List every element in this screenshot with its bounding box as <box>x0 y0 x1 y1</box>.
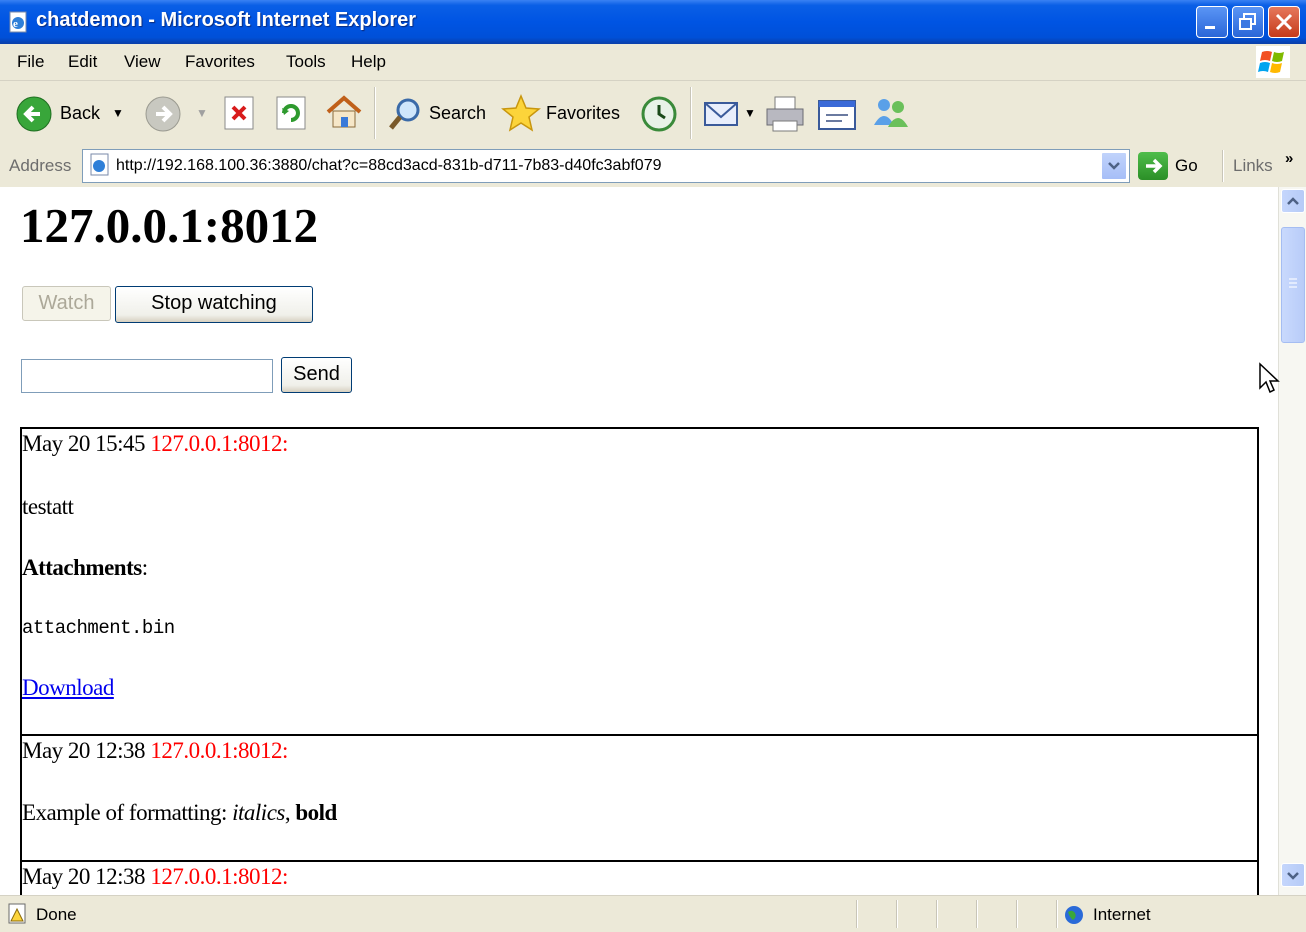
message-time: May 20 15:45 <box>22 431 146 456</box>
title-bar[interactable]: e chatdemon - Microsoft Internet Explore… <box>0 0 1306 44</box>
address-url[interactable]: http://192.168.100.36:3880/chat?c=88cd3a… <box>116 157 661 175</box>
menu-file[interactable]: File <box>17 52 44 72</box>
menu-favorites[interactable]: Favorites <box>185 52 255 72</box>
status-divider <box>1016 900 1018 928</box>
address-dropdown-button[interactable] <box>1101 152 1127 180</box>
status-divider <box>936 900 938 928</box>
page-icon <box>90 153 109 176</box>
minimize-icon <box>1205 26 1215 29</box>
message-item: May 20 15:45 127.0.0.1:8012: testatt Att… <box>20 427 1259 736</box>
messenger-icon[interactable] <box>868 93 912 133</box>
minimize-button[interactable] <box>1196 6 1228 38</box>
globe-icon <box>1065 906 1083 924</box>
attachments-heading: Attachments: <box>22 555 148 581</box>
attachment-filename: attachment.bin <box>22 617 175 639</box>
back-dropdown-icon[interactable]: ▼ <box>112 106 124 120</box>
mail-dropdown-icon[interactable]: ▼ <box>744 106 756 120</box>
toolbar-separator <box>374 87 376 139</box>
address-separator <box>1222 150 1224 182</box>
windows-logo-icon <box>1256 46 1290 78</box>
vertical-scrollbar[interactable] <box>1278 187 1306 895</box>
svg-text:e: e <box>13 18 18 30</box>
page-title: 127.0.0.1:8012 <box>20 198 319 253</box>
message-text-prefix: Example of formatting: <box>22 800 233 825</box>
ie-page-icon: e <box>9 11 27 33</box>
message-separator: , <box>284 800 296 825</box>
go-arrow-icon[interactable] <box>1138 152 1168 180</box>
grip-icon <box>1289 278 1297 288</box>
status-divider <box>856 900 858 928</box>
message-sender: 127.0.0.1:8012: <box>150 864 288 889</box>
message-sender: 127.0.0.1:8012: <box>150 431 288 456</box>
mouse-cursor-icon <box>1259 362 1280 394</box>
message-text: testatt <box>22 494 74 519</box>
status-bar: Done Internet <box>0 895 1306 932</box>
chevron-down-icon <box>1108 162 1120 170</box>
close-icon <box>1275 13 1293 31</box>
menu-bar: File Edit View Favorites Tools Help <box>0 44 1306 81</box>
send-button[interactable]: Send <box>281 357 352 393</box>
message-item: May 20 12:38 127.0.0.1:8012: Example of … <box>20 734 1259 862</box>
status-divider <box>976 900 978 928</box>
attachments-label: Attachments <box>22 555 142 580</box>
window-title: chatdemon - Microsoft Internet Explorer <box>36 9 417 31</box>
message-time: May 20 12:38 <box>22 864 146 889</box>
menu-help[interactable]: Help <box>351 52 386 72</box>
scroll-up-button[interactable] <box>1281 189 1305 213</box>
mail-icon[interactable] <box>702 97 742 131</box>
message-header: May 20 12:38 127.0.0.1:8012: <box>22 738 288 764</box>
status-divider <box>1056 900 1058 928</box>
chevron-down-icon <box>1287 872 1299 880</box>
chevron-up-icon <box>1287 197 1299 205</box>
home-icon[interactable] <box>324 93 364 131</box>
status-divider <box>896 900 898 928</box>
attachments-colon: : <box>141 555 148 580</box>
toolbar-separator <box>690 87 692 139</box>
menu-edit[interactable]: Edit <box>68 52 97 72</box>
security-zone: Internet <box>1093 905 1151 924</box>
forward-dropdown-icon[interactable]: ▼ <box>196 106 208 120</box>
message-time: May 20 12:38 <box>22 738 146 763</box>
page-content: 127.0.0.1:8012 Watch Stop watching Send … <box>0 187 1278 895</box>
message-header: May 20 15:45 127.0.0.1:8012: <box>22 431 288 457</box>
edit-icon[interactable] <box>816 95 858 133</box>
menu-tools[interactable]: Tools <box>286 52 326 72</box>
search-icon[interactable] <box>386 95 424 133</box>
page-warning-icon <box>8 903 26 924</box>
message-header: May 20 12:38 127.0.0.1:8012: <box>22 864 288 890</box>
stop-icon[interactable] <box>222 95 256 131</box>
message-item: May 20 12:38 127.0.0.1:8012: <box>20 860 1259 895</box>
message-input[interactable] <box>21 359 273 393</box>
links-button[interactable]: Links <box>1233 156 1273 176</box>
message-italic: italics <box>232 800 285 825</box>
restore-button[interactable] <box>1232 6 1264 38</box>
scroll-thumb[interactable] <box>1281 227 1305 343</box>
toolbar: Back ▼ ▼ Search Favorites ▼ <box>0 81 1306 147</box>
message-sender: 127.0.0.1:8012: <box>150 738 288 763</box>
back-button[interactable]: Back <box>60 103 100 124</box>
restore-icon <box>1239 13 1256 30</box>
favorites-button[interactable]: Favorites <box>546 103 620 124</box>
message-bold: bold <box>295 800 337 825</box>
print-icon[interactable] <box>764 95 806 133</box>
forward-arrow-icon[interactable] <box>144 95 182 133</box>
download-link[interactable]: Download <box>22 675 114 701</box>
menu-view[interactable]: View <box>124 52 161 72</box>
links-expand-icon[interactable]: » <box>1285 150 1293 167</box>
status-text: Done <box>36 905 77 924</box>
favorites-star-icon[interactable] <box>500 93 542 133</box>
search-button[interactable]: Search <box>429 103 486 124</box>
refresh-icon[interactable] <box>274 95 308 131</box>
back-arrow-icon[interactable] <box>15 95 53 133</box>
scroll-down-button[interactable] <box>1281 863 1305 887</box>
close-button[interactable] <box>1268 6 1300 38</box>
message-text: Example of formatting: italics, bold <box>22 800 337 826</box>
go-button[interactable]: Go <box>1175 156 1198 176</box>
stop-watching-button[interactable]: Stop watching <box>115 286 313 323</box>
history-icon[interactable] <box>640 95 678 133</box>
address-label: Address <box>9 156 72 175</box>
watch-button[interactable]: Watch <box>22 286 111 321</box>
